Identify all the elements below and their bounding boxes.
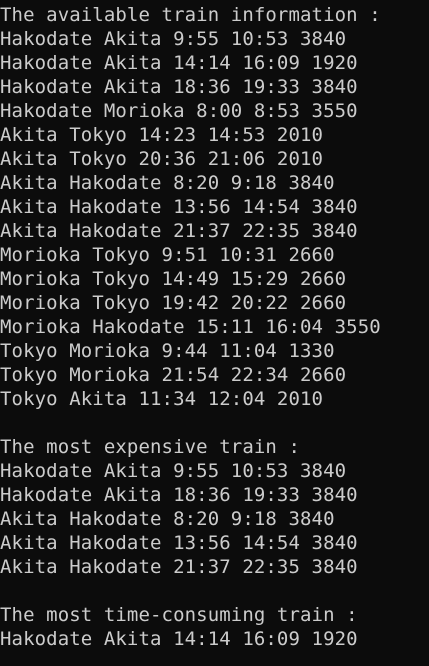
train-row: Akita Hakodate 8:20 9:18 3840	[0, 172, 335, 194]
train-row: Hakodate Akita 18:36 19:33 3840	[0, 76, 358, 98]
train-row: Morioka Tokyo 9:51 10:31 2660	[0, 244, 335, 266]
expensive-train-row: Hakodate Akita 9:55 10:53 3840	[0, 460, 347, 482]
train-row: Morioka Tokyo 19:42 20:22 2660	[0, 292, 347, 314]
train-row: Hakodate Akita 9:55 10:53 3840	[0, 28, 347, 50]
train-row: Akita Hakodate 13:56 14:54 3840	[0, 196, 358, 218]
train-row: Akita Hakodate 21:37 22:35 3840	[0, 220, 358, 242]
available-heading: The available train information :	[0, 4, 381, 26]
expensive-train-row: Akita Hakodate 21:37 22:35 3840	[0, 556, 358, 578]
train-row: Hakodate Akita 14:14 16:09 1920	[0, 52, 358, 74]
console-window: The available train information : Hakoda…	[0, 0, 429, 666]
expensive-train-row: Akita Hakodate 8:20 9:18 3840	[0, 508, 335, 530]
expensive-train-row: Hakodate Akita 18:36 19:33 3840	[0, 484, 358, 506]
train-row: Akita Tokyo 20:36 21:06 2010	[0, 148, 324, 170]
time-consuming-heading: The most time-consuming train :	[0, 604, 358, 626]
expensive-train-row: Akita Hakodate 13:56 14:54 3840	[0, 532, 358, 554]
train-row: Morioka Tokyo 14:49 15:29 2660	[0, 268, 347, 290]
train-row: Akita Tokyo 14:23 14:53 2010	[0, 124, 324, 146]
train-row: Hakodate Morioka 8:00 8:53 3550	[0, 100, 358, 122]
expensive-heading: The most expensive train :	[0, 436, 301, 458]
train-row: Tokyo Morioka 9:44 11:04 1330	[0, 340, 335, 362]
train-row: Morioka Hakodate 15:11 16:04 3550	[0, 316, 381, 338]
time-consuming-train-row: Hakodate Akita 14:14 16:09 1920	[0, 628, 358, 650]
train-row: Tokyo Akita 11:34 12:04 2010	[0, 388, 324, 410]
train-row: Tokyo Morioka 21:54 22:34 2660	[0, 364, 347, 386]
